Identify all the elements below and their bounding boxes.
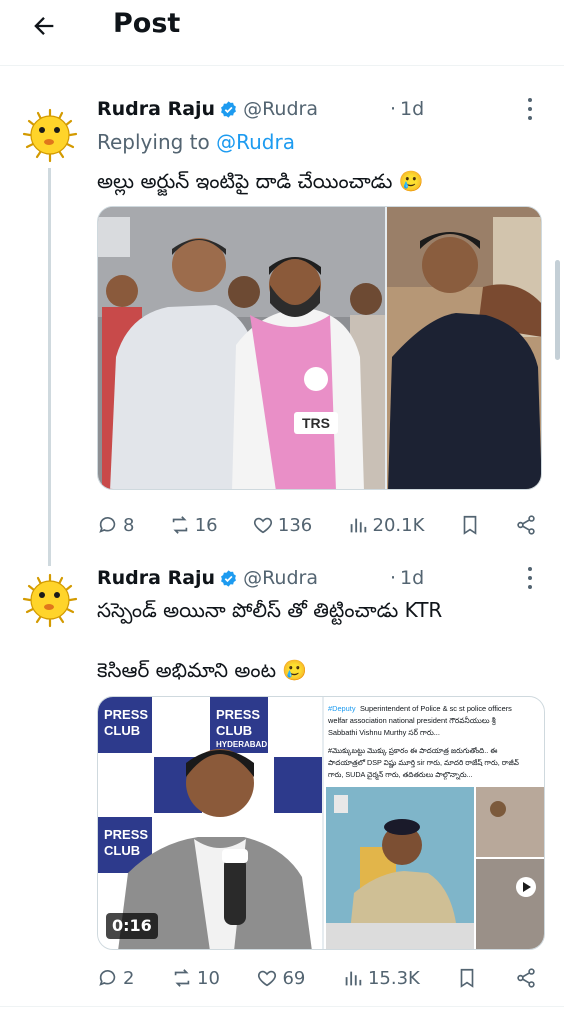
separator-dot: · [389, 567, 397, 589]
share-button[interactable] [515, 514, 537, 536]
tweet[interactable]: Rudra Raju @Rudra · 1d సస్పెండ్ అయినా పో… [0, 555, 564, 1005]
embedded-post-line: Sabbathi Vishnu Murthy సర్ గారు... [328, 728, 440, 737]
views-count: 20.1K [372, 514, 425, 536]
embedded-hashtag: #Deputy [328, 704, 356, 713]
share-button[interactable] [515, 967, 537, 989]
repost-button[interactable]: 16 [169, 514, 218, 536]
back-button[interactable] [26, 8, 62, 44]
replying-mention[interactable]: @Rudra [216, 130, 295, 154]
views-button[interactable]: 20.1K [347, 514, 425, 536]
reply-button[interactable]: 2 [97, 967, 134, 989]
bookmark-icon [461, 968, 474, 988]
author-name[interactable]: Rudra Raju [97, 563, 215, 593]
embedded-post-line: Superintendent of Police & sc st police … [360, 704, 512, 713]
avatar-pufferfish[interactable] [18, 104, 82, 168]
heart-icon [253, 517, 272, 534]
verified-badge-icon [221, 569, 237, 587]
more-vertical-icon[interactable] [520, 567, 540, 589]
tweet-header: Rudra Raju @Rudra · 1d [97, 94, 524, 124]
repost-count: 16 [194, 514, 218, 536]
like-count: 69 [282, 967, 306, 989]
timestamp[interactable]: 1d [400, 563, 424, 593]
views-count: 15.3K [367, 967, 420, 989]
top-bar: Post [0, 0, 564, 66]
press-club-label: CLUB [104, 843, 140, 858]
views-bar-chart-icon [350, 518, 366, 533]
like-button[interactable]: 136 [252, 514, 312, 536]
embedded-post-line: welfar association national president గౌ… [327, 716, 497, 726]
embedded-post-line: #మొక్కుబట్టు మొక్కు ప్రకారం ఈ పాదయాత్ర జ… [328, 746, 497, 756]
reply-bubble-icon [99, 517, 116, 533]
tweet-text: అల్లు అర్జున్ ఇంటిపై దాడి చేయించాడు 🥲 [97, 169, 424, 193]
author-handle[interactable]: @Rudra [243, 563, 318, 593]
reply-tweet[interactable]: Rudra Raju @Rudra · 1d Replying to @Rudr… [0, 84, 564, 554]
embedded-post-line: గారు, SUDA చైర్మన్ గారు, తదితరులు పాల్గొ… [328, 770, 473, 780]
share-icon [517, 968, 535, 988]
press-club-label: PRESS [104, 707, 148, 722]
author-handle[interactable]: @Rudra [243, 94, 318, 124]
press-club-label: PRESS [104, 827, 148, 842]
author-name[interactable]: Rudra Raju [97, 94, 215, 124]
heart-icon [258, 970, 277, 987]
reply-count: 2 [123, 967, 135, 989]
share-icon [517, 515, 535, 535]
views-button[interactable]: 15.3K [342, 967, 420, 989]
press-club-label: CLUB [104, 723, 140, 738]
replying-to: Replying to @Rudra [97, 128, 295, 156]
repost-button[interactable]: 10 [171, 967, 220, 989]
photo-collage: TRS [98, 207, 541, 489]
bookmark-button[interactable] [456, 967, 478, 989]
tweet-text-line-2: కెసిఆర్ అభిమాని అంట 🥲 [97, 658, 308, 682]
replying-prefix: Replying to [97, 130, 210, 154]
repost-count: 10 [197, 967, 220, 989]
press-club-label: PRESS [216, 707, 260, 722]
divider [0, 1006, 564, 1007]
embedded-post-line: పాదయాత్రలో DSP విష్ణు మూర్తి sir గారు, మ… [328, 758, 519, 768]
repost-icon [172, 516, 187, 534]
repost-icon [174, 969, 190, 987]
reply-button[interactable]: 8 [97, 514, 134, 536]
tweet-media-grid[interactable]: PRESS CLUB PRESS CLUB HYDERABAD PRESS CL… [97, 696, 545, 950]
arrow-left-icon [34, 17, 54, 35]
tweet-text-line-1: సస్పెండ్ అయినా పోలీస్ తో తిట్టించాడు KTR [97, 598, 443, 622]
page-title: Post [113, 8, 181, 39]
video-and-screenshot: PRESS CLUB PRESS CLUB HYDERABAD PRESS CL… [98, 697, 544, 949]
video-duration: 0:16 [106, 913, 158, 939]
redacted-region [317, 567, 390, 589]
tweet-actions: 2 10 69 15.3K [97, 963, 537, 993]
tweet-actions: 8 16 136 20.1K [97, 510, 537, 540]
press-club-label: CLUB [216, 723, 252, 738]
redacted-region [317, 98, 390, 120]
tweet-media-grid[interactable]: TRS [97, 206, 542, 490]
reply-bubble-icon [99, 970, 116, 986]
scrollbar[interactable] [555, 260, 560, 360]
reply-count: 8 [123, 514, 135, 536]
timestamp[interactable]: 1d [400, 94, 424, 124]
verified-badge-icon [221, 100, 237, 118]
separator-dot: · [389, 98, 397, 120]
press-club-label: HYDERABAD [216, 740, 267, 749]
like-button[interactable]: 69 [256, 967, 305, 989]
trs-badge: TRS [302, 415, 330, 431]
like-count: 136 [277, 514, 313, 536]
views-bar-chart-icon [345, 971, 362, 986]
more-vertical-icon[interactable] [520, 98, 540, 120]
tweet-header: Rudra Raju @Rudra · 1d [97, 563, 524, 593]
bookmark-button[interactable] [459, 514, 481, 536]
bookmark-icon [463, 515, 476, 535]
avatar-pufferfish[interactable] [18, 569, 82, 633]
